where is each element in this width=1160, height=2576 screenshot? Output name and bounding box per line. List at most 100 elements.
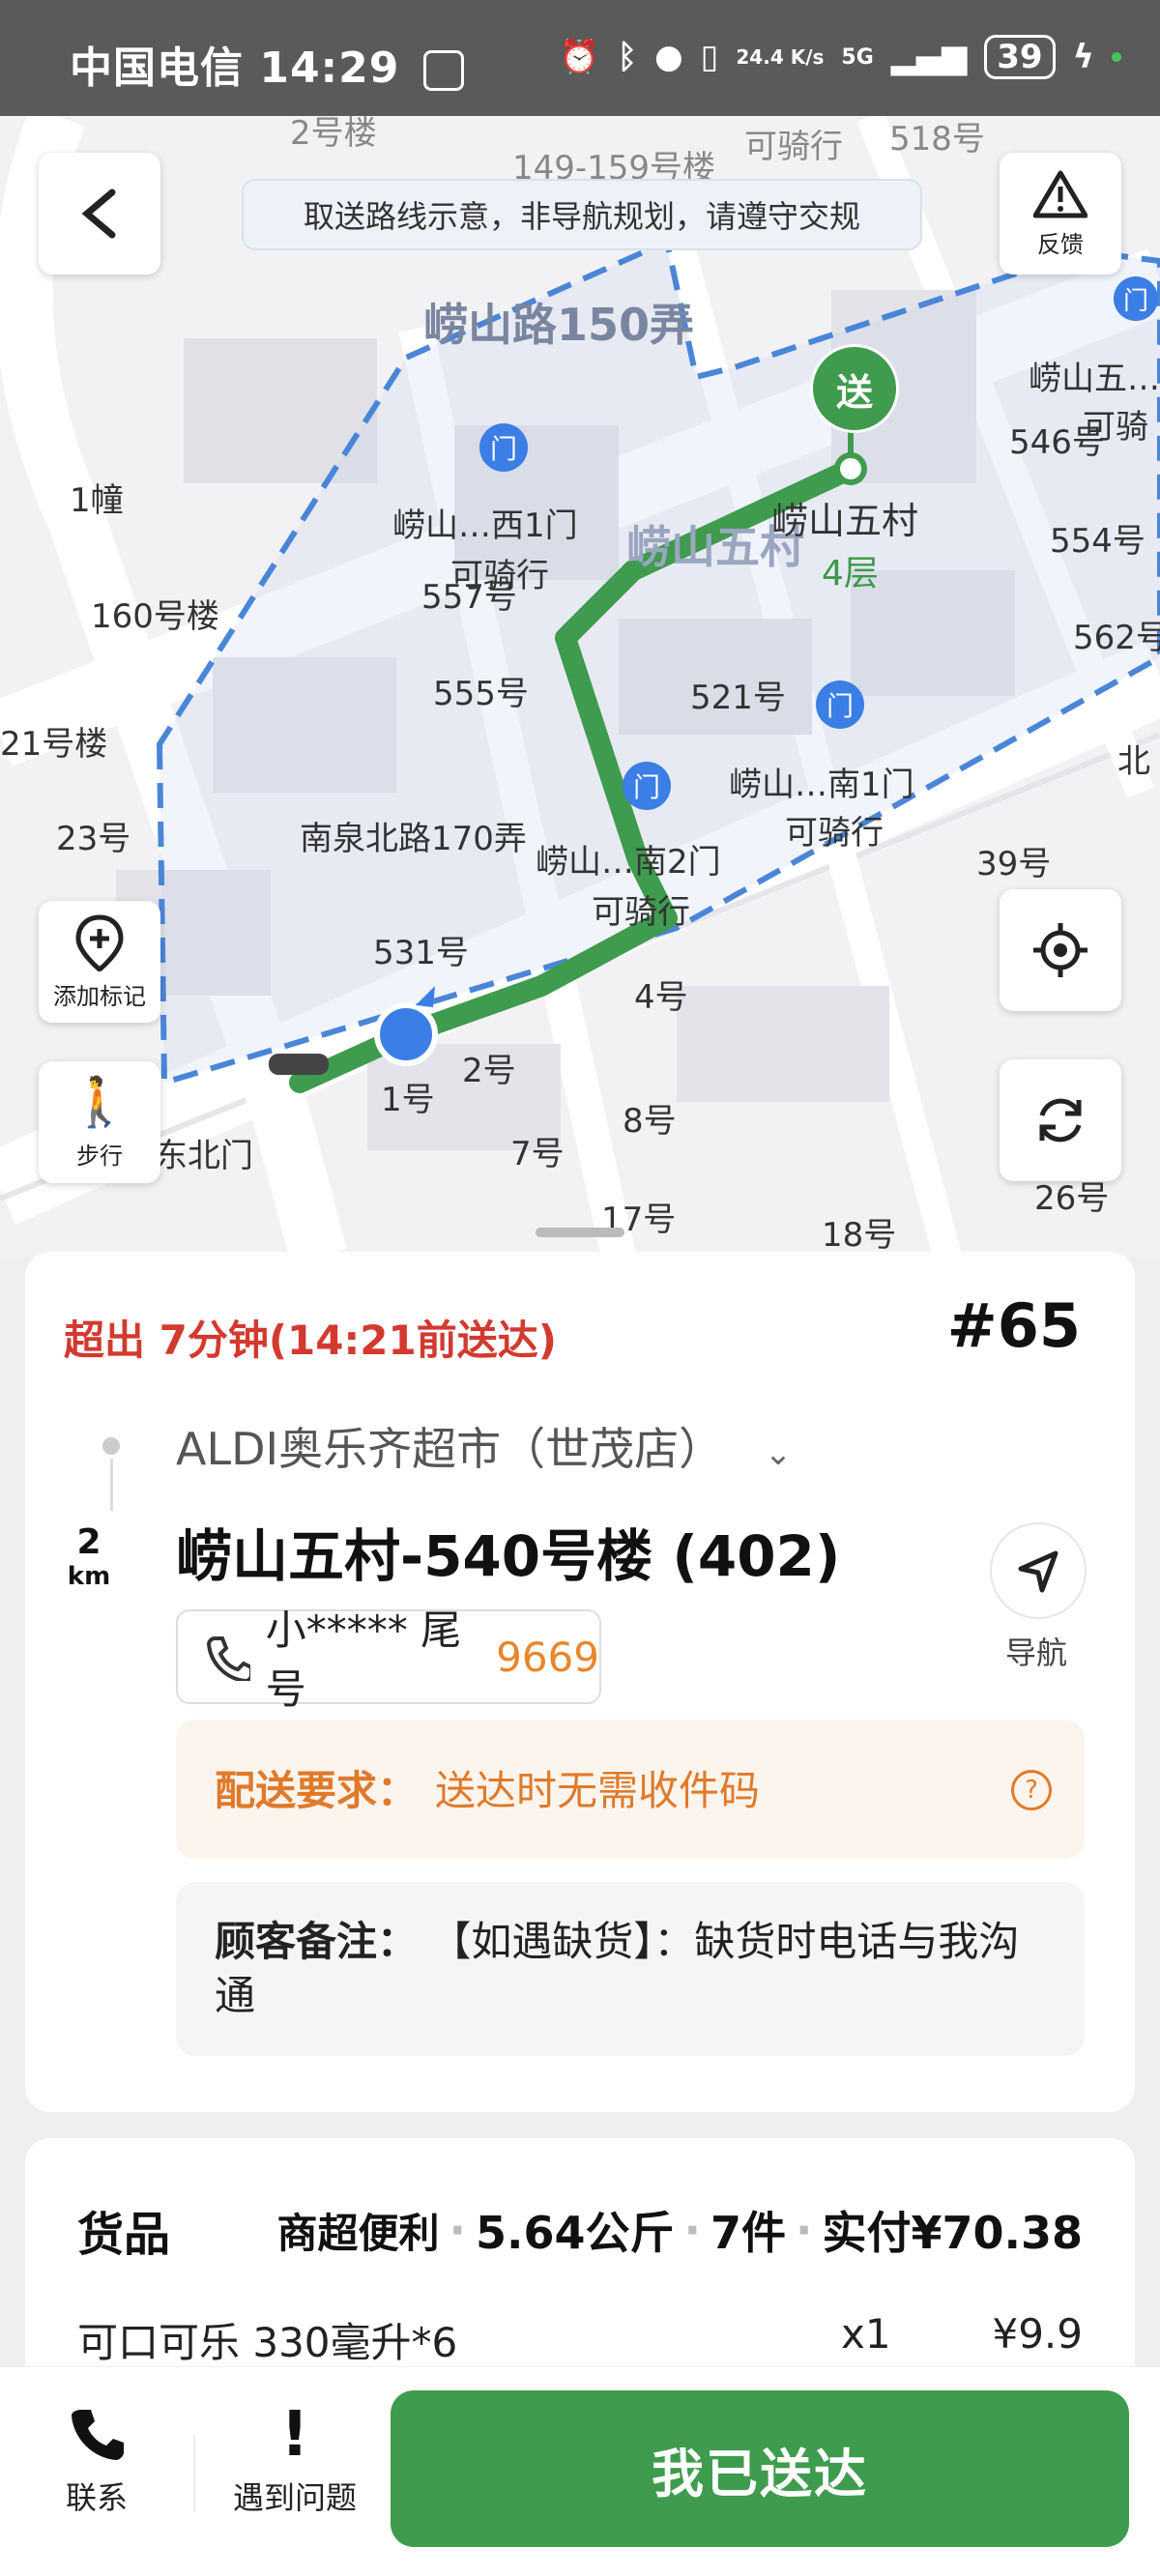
- route-notice: 取送路线示意，非导航规划，请遵守交规: [242, 179, 922, 250]
- gate-pin-south1[interactable]: 门: [816, 680, 864, 729]
- overdue-warning: 超出 7分钟(14:21前送达): [64, 1317, 557, 1364]
- map-label-160: 160号楼: [91, 597, 219, 636]
- note-label: 顾客备注：: [215, 1918, 419, 1965]
- requirement-text: 送达时无需收件码: [435, 1767, 761, 1814]
- sheet-drag-handle[interactable]: [536, 1228, 624, 1237]
- gate-pin-west[interactable]: 门: [479, 423, 528, 472]
- goods-item-name: 可口可乐 330毫升*6: [77, 2319, 458, 2366]
- goods-category: 商超便利: [276, 2209, 440, 2257]
- app-badge-icon: [422, 50, 464, 91]
- goods-item-qty: x1: [841, 2310, 891, 2358]
- add-location-icon: [75, 913, 124, 971]
- store-name-text: ALDI奥乐齐超市（世茂店）: [176, 1423, 724, 1475]
- map-label-gate-west-sub: 可骑行: [450, 557, 549, 595]
- add-marker-button[interactable]: 添加标记: [39, 901, 160, 1023]
- gate-pin-south2[interactable]: 门: [623, 762, 671, 810]
- carrier-name: 中国电信: [70, 43, 244, 93]
- call-customer-button[interactable]: 小***** 尾号 9669: [176, 1606, 601, 1713]
- goods-item-price: ¥9.9: [992, 2310, 1083, 2358]
- map-label-18: 18号: [822, 1216, 897, 1255]
- map-label-dest: 崂山五村: [771, 500, 919, 542]
- locate-me-button[interactable]: [1000, 889, 1121, 1011]
- map-label-gate-south1: 崂山…南1门: [729, 766, 914, 804]
- walk-label: 步行: [76, 1143, 123, 1170]
- map-label-1hao: 1号: [381, 1081, 435, 1119]
- separator-dot: ·: [683, 2204, 701, 2256]
- map-label-northeast: 东北门: [155, 1137, 253, 1175]
- navigate-button[interactable]: [990, 1522, 1087, 1619]
- walking-icon: 🚶: [69, 1074, 130, 1130]
- refresh-button[interactable]: [1000, 1059, 1121, 1181]
- distance-unit: km: [67, 1562, 111, 1591]
- distance: 2 km: [60, 1522, 118, 1591]
- navigation-arrow-icon: [1018, 1550, 1058, 1593]
- map-label-road: 崂山路150弄: [423, 299, 695, 351]
- add-marker-label: 添加标记: [53, 982, 146, 1010]
- charging-icon: ϟ: [1072, 38, 1094, 76]
- feedback-button[interactable]: 反馈: [1000, 153, 1121, 275]
- map-label-23: 23号: [56, 820, 131, 858]
- note-content: 顾客备注： 【如遇缺货】：缺货时电话与我沟通: [215, 1915, 1046, 2023]
- map-label-gate-south2-sub: 可骑行: [592, 893, 690, 932]
- contact-button[interactable]: 联系: [39, 2406, 155, 2518]
- map-label-gate-east: 崂山五…: [1029, 360, 1160, 398]
- status-icons: ⏰ ᛒ ● ▯ 24.4 K/s 5G ▂▄▆ 39 ϟ: [559, 35, 1121, 79]
- walk-mode-button[interactable]: 🚶 步行: [39, 1061, 160, 1183]
- map-label-554: 554号: [1050, 522, 1146, 561]
- problem-label: 遇到问题: [232, 2479, 357, 2516]
- warning-icon: [1033, 170, 1088, 217]
- map-label-nanquan: 南泉北路170弄: [300, 820, 527, 858]
- separator-dot: ·: [449, 2204, 466, 2256]
- navigate-label: 导航: [1005, 1635, 1068, 1671]
- delivered-button[interactable]: 我已送达: [391, 2390, 1129, 2547]
- goods-weight: 5.64公斤: [476, 2207, 675, 2259]
- map-canvas: [0, 116, 1160, 1257]
- store-name[interactable]: ALDI奥乐齐超市（世茂店） ⌄: [176, 1414, 792, 1478]
- network-type: 5G: [841, 44, 874, 70]
- map-label-2hao: 2号: [462, 1052, 516, 1090]
- order-number: #65: [946, 1290, 1081, 1361]
- goods-count: 7件: [710, 2207, 786, 2259]
- map-label-7: 7号: [510, 1135, 565, 1173]
- map-label-gate-south1-sub: 可骑行: [785, 814, 884, 853]
- map-label-north: 北: [1117, 742, 1150, 781]
- map-label-531: 531号: [373, 934, 469, 972]
- separator-dot: ·: [796, 2204, 813, 2256]
- map-label-21: 21号楼: [0, 725, 108, 764]
- contact-label: 联系: [65, 2479, 128, 2516]
- delivery-address: 崂山五村-540号楼 (402): [176, 1523, 841, 1589]
- route-dot-icon: [102, 1437, 120, 1455]
- alarm-icon: ⏰: [559, 38, 600, 76]
- network-speed: 24.4 K/s: [736, 45, 825, 69]
- map-label-kqx-top: 可骑行: [744, 128, 843, 166]
- phone-icon: [72, 2410, 124, 2460]
- gate-pin-east[interactable]: 门: [1114, 276, 1158, 321]
- map-label-39: 39号: [976, 845, 1052, 883]
- map-label-8: 8号: [623, 1102, 677, 1141]
- help-icon[interactable]: ?: [1011, 1770, 1052, 1810]
- map-label-1: 1幢: [70, 481, 124, 520]
- map-label-gate-west: 崂山…西1门: [392, 507, 578, 545]
- goods-card: 货品 商超便利 · 5.64公斤 · 7件 · 实付¥70.38 可口可乐 33…: [25, 2138, 1135, 2389]
- phone-icon: [206, 1636, 250, 1681]
- vibrate-icon: ▯: [700, 38, 719, 76]
- order-card: 超出 7分钟(14:21前送达) #65 ALDI奥乐齐超市（世茂店） ⌄ 2 …: [25, 1252, 1135, 2112]
- route-map[interactable]: 送 门 门 门 门 崂山路150弄 崂山五村 149-159号楼 可骑行 518…: [0, 116, 1160, 1257]
- map-label-518: 518号: [889, 120, 985, 159]
- map-label-dest-floor: 4层: [822, 554, 879, 593]
- map-label-gate-south2: 崂山…南2门: [536, 843, 721, 882]
- phone-tail: 9669: [496, 1633, 599, 1681]
- report-problem-button[interactable]: ! 遇到问题: [222, 2399, 367, 2518]
- exclamation-icon: !: [280, 2399, 309, 2471]
- back-arrow-icon: [81, 188, 116, 239]
- distance-value: 2: [76, 1522, 102, 1562]
- goods-title: 货品: [77, 2208, 171, 2262]
- map-label-4: 4号: [634, 978, 688, 1017]
- map-label-521: 521号: [690, 679, 786, 717]
- clock: 14:29: [259, 43, 400, 93]
- back-button[interactable]: [39, 153, 160, 275]
- goods-paid: 实付¥70.38: [822, 2207, 1083, 2259]
- goods-item: 可口可乐 330毫升*6 x1 ¥9.9: [77, 2310, 1083, 2369]
- bottom-action-bar: 联系 ! 遇到问题 我已送达: [0, 2366, 1160, 2576]
- feedback-label: 反馈: [1037, 230, 1084, 258]
